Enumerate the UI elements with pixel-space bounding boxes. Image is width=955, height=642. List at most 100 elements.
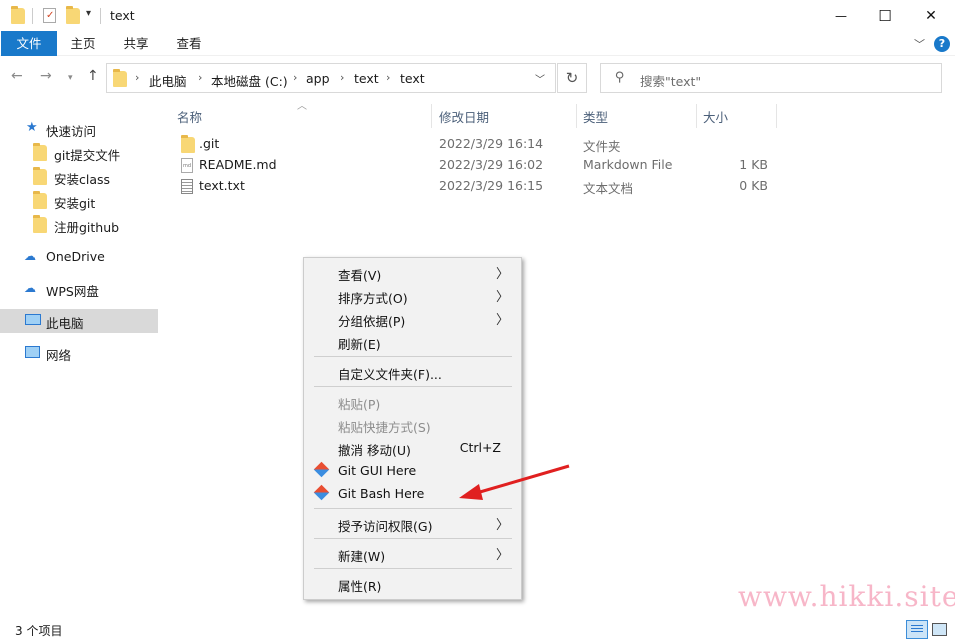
file-name: .git: [199, 136, 220, 151]
menu-item-paste-shortcut: 粘贴快捷方式(S): [304, 413, 521, 436]
sidebar-item-quick-access[interactable]: ★ 快速访问: [0, 117, 158, 141]
tab-share[interactable]: 共享: [113, 31, 159, 56]
menu-item-refresh[interactable]: 刷新(E): [304, 330, 521, 353]
divider: [32, 8, 33, 24]
address-bar[interactable]: › 此电脑 › 本地磁盘 (C:) › app › text › text ﹀: [106, 63, 556, 93]
column-header-type[interactable]: 类型: [577, 104, 695, 128]
breadcrumb-app[interactable]: app: [306, 71, 330, 86]
menu-item-label: 粘贴快捷方式(S): [338, 420, 431, 435]
divider: [100, 8, 101, 24]
menu-item-label: 撤消 移动(U): [338, 443, 411, 458]
chevron-right-icon: 〉: [495, 290, 509, 305]
chevron-right-icon[interactable]: ›: [386, 71, 390, 84]
sidebar-item-this-pc[interactable]: 此电脑: [0, 309, 158, 333]
properties-icon[interactable]: ✓: [43, 8, 56, 23]
back-icon[interactable]: ←: [11, 68, 23, 84]
sidebar-item-git-commit-files[interactable]: git提交文件: [0, 141, 158, 165]
sidebar-item-label: 此电脑: [46, 316, 84, 331]
new-folder-icon[interactable]: [66, 6, 80, 24]
sidebar-item-install-class[interactable]: 安装class: [0, 165, 158, 189]
folder-icon: [33, 191, 47, 209]
sidebar-item-label: 安装class: [54, 172, 111, 187]
file-size: 1 KB: [739, 157, 768, 172]
chevron-right-icon[interactable]: ›: [135, 71, 139, 84]
search-box[interactable]: ⚲ 搜索"text": [600, 63, 942, 93]
breadcrumb-text[interactable]: text: [354, 71, 379, 86]
customize-quick-access-icon[interactable]: ▾: [86, 8, 91, 19]
close-button[interactable]: ✕: [908, 0, 954, 31]
refresh-icon: ↻: [565, 69, 579, 87]
item-count: 3 个项目: [15, 624, 63, 638]
menu-item-label: 粘贴(P): [338, 397, 381, 412]
address-dropdown-icon[interactable]: ﹀: [535, 71, 545, 86]
minimize-button[interactable]: —: [818, 0, 864, 31]
expand-ribbon-icon[interactable]: ﹀: [914, 36, 925, 52]
sidebar-item-label: 网络: [46, 348, 72, 363]
column-header-label: 名称: [177, 110, 203, 125]
chevron-right-icon[interactable]: ›: [198, 71, 202, 84]
file-size: 0 KB: [739, 178, 768, 193]
recent-locations-icon[interactable]: ▾: [68, 73, 73, 83]
menu-item-undo-move[interactable]: 撤消 移动(U) Ctrl+Z: [304, 436, 521, 459]
breadcrumb-local-disk[interactable]: 本地磁盘 (C:): [211, 71, 288, 90]
menu-separator: [314, 386, 512, 387]
forward-icon[interactable]: →: [40, 68, 52, 84]
sidebar-item-label: WPS网盘: [46, 284, 99, 299]
menu-item-paste: 粘贴(P): [304, 390, 521, 413]
large-icons-view-icon[interactable]: [932, 623, 947, 636]
breadcrumb-this-pc[interactable]: 此电脑: [149, 71, 187, 90]
column-header-date[interactable]: 修改日期: [433, 104, 575, 128]
sidebar-item-install-git[interactable]: 安装git: [0, 189, 158, 213]
status-bar: 3 个项目: [0, 618, 955, 642]
chevron-right-icon[interactable]: ›: [340, 71, 344, 84]
menu-item-view[interactable]: 查看(V) 〉: [304, 261, 521, 284]
tab-view[interactable]: 查看: [166, 31, 212, 56]
folder-icon: [181, 135, 195, 153]
menu-item-sort-by[interactable]: 排序方式(O) 〉: [304, 284, 521, 307]
menu-item-properties[interactable]: 属性(R): [304, 572, 521, 595]
menu-item-label: 查看(V): [338, 268, 382, 283]
column-divider[interactable]: [776, 104, 777, 128]
table-row[interactable]: text.txt 2022/3/29 16:15 文本文档 0 KB: [170, 176, 790, 197]
sidebar-item-register-github[interactable]: 注册github: [0, 213, 158, 237]
menu-separator: [314, 538, 512, 539]
chevron-right-icon[interactable]: ›: [293, 71, 297, 84]
folder-icon: [11, 6, 25, 24]
menu-item-give-access[interactable]: 授予访问权限(G) 〉: [304, 512, 521, 535]
menu-item-label: 分组依据(P): [338, 314, 406, 329]
watermark: www.hikki.site: [738, 580, 955, 613]
navigation-pane: ★ 快速访问 git提交文件 安装class 安装git 注册github ☁ …: [0, 104, 158, 610]
folder-icon: [33, 167, 47, 185]
menu-item-label: 授予访问权限(G): [338, 519, 433, 534]
context-menu: 查看(V) 〉 排序方式(O) 〉 分组依据(P) 〉 刷新(E) 自定义文件夹…: [303, 257, 522, 600]
menu-item-customize-folder[interactable]: 自定义文件夹(F)...: [304, 360, 521, 383]
breadcrumb-text-current[interactable]: text: [400, 71, 425, 86]
table-row[interactable]: md README.md 2022/3/29 16:02 Markdown Fi…: [170, 155, 790, 176]
column-header-name[interactable]: 名称: [171, 104, 431, 128]
sidebar-item-label: 快速访问: [46, 124, 97, 139]
details-view-icon[interactable]: [906, 620, 928, 639]
sidebar-item-label: 注册github: [54, 220, 120, 235]
column-divider[interactable]: [431, 104, 432, 128]
help-icon[interactable]: ?: [934, 36, 950, 52]
up-icon[interactable]: ↑: [87, 68, 99, 84]
table-row[interactable]: .git 2022/3/29 16:14 文件夹: [170, 134, 790, 155]
file-date: 2022/3/29 16:15: [439, 178, 544, 193]
tab-home[interactable]: 主页: [60, 31, 106, 56]
computer-icon: [25, 314, 41, 325]
title-bar: ✓ ▾ text — ☐ ✕: [0, 0, 955, 31]
refresh-button[interactable]: ↻: [557, 63, 587, 93]
tab-file[interactable]: 文件: [1, 31, 57, 56]
menu-item-new[interactable]: 新建(W) 〉: [304, 542, 521, 565]
menu-separator: [314, 356, 512, 357]
file-name: text.txt: [199, 178, 245, 193]
sidebar-item-network[interactable]: 网络: [0, 341, 158, 365]
column-header-size[interactable]: 大小: [697, 104, 777, 128]
sidebar-item-label: git提交文件: [54, 148, 121, 163]
sidebar-item-onedrive[interactable]: ☁ OneDrive: [0, 245, 158, 269]
sidebar-item-wps-drive[interactable]: ☁ WPS网盘: [0, 277, 158, 301]
star-icon: ★: [26, 120, 38, 135]
maximize-button[interactable]: ☐: [862, 0, 908, 31]
menu-item-label: 自定义文件夹(F)...: [338, 367, 442, 382]
menu-item-group-by[interactable]: 分组依据(P) 〉: [304, 307, 521, 330]
